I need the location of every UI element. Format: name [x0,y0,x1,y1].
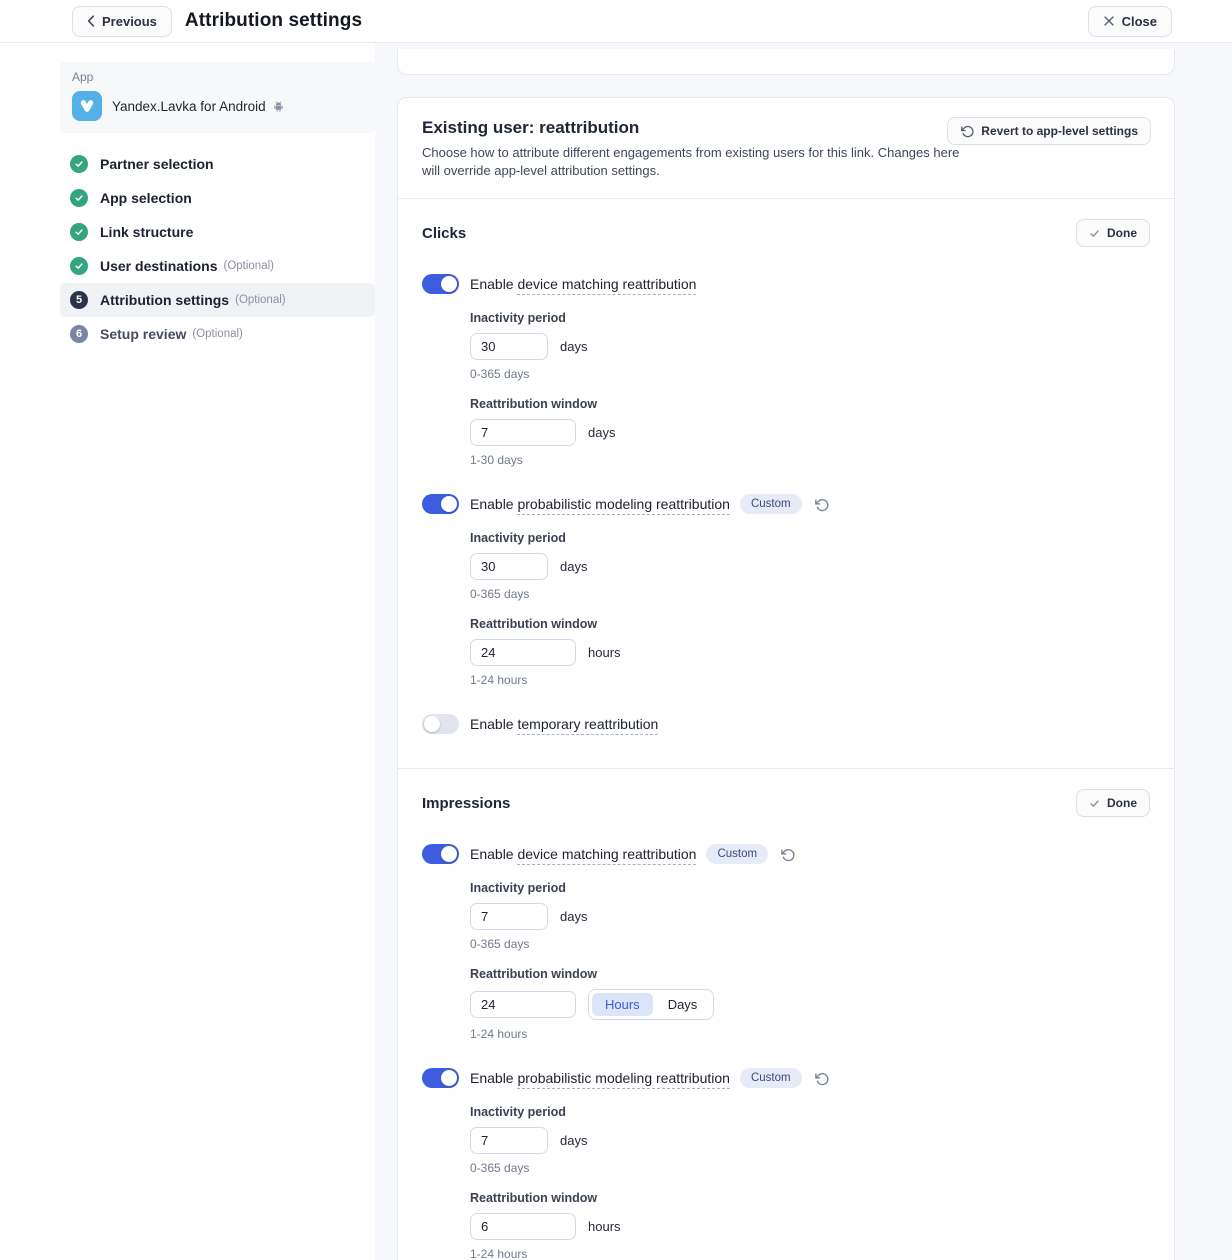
step-number-badge: 6 [70,325,88,343]
reattribution-window-input[interactable] [470,639,576,666]
undo-icon[interactable] [814,497,829,512]
reattribution-window-input[interactable] [470,1213,576,1240]
app-row: Yandex.Lavka for Android [72,91,363,121]
reattribution-window-field: Reattribution window Hours Days 1-24 hou… [470,967,1150,1041]
close-button[interactable]: Close [1088,6,1172,37]
undo-icon[interactable] [780,847,795,862]
field-hint: 0-365 days [470,937,1150,951]
app-label: App [72,70,363,84]
app-box: App Yandex.Lavka for Android [60,62,375,133]
app-name: Yandex.Lavka for Android [112,99,285,114]
field-hint: 0-365 days [470,587,1150,601]
clicks-temporary-toggle[interactable] [422,714,459,734]
page-title: Attribution settings [185,10,362,32]
toggle-label: Enable probabilistic modeling reattribut… [470,1070,730,1086]
sidebar-item-setup-review[interactable]: 6 Setup review (Optional) [60,317,375,351]
tooltip-term[interactable]: device matching reattribution [517,276,696,295]
toggle-label: Enable device matching reattribution [470,276,696,292]
close-icon [1103,15,1115,27]
custom-badge: Custom [706,844,768,864]
reattribution-window-field: Reattribution window days 1-30 days [470,397,1150,467]
previous-section-card [397,49,1175,75]
impressions-device-matching-toggle[interactable] [422,844,459,864]
reattribution-window-input[interactable] [470,419,576,446]
field-hint: 0-365 days [470,367,1150,381]
custom-badge: Custom [740,494,802,514]
field-hint: 1-24 hours [470,1247,1150,1260]
clicks-probabilistic-toggle[interactable] [422,494,459,514]
inactivity-period-field: Inactivity period days 0-365 days [470,311,1150,381]
inactivity-period-field: Inactivity period days 0-365 days [470,881,1150,951]
sidebar-item-attribution-settings[interactable]: 5 Attribution settings (Optional) [60,283,375,317]
step-check-icon [70,257,88,275]
inactivity-period-input[interactable] [470,333,548,360]
main-content: Existing user: reattribution Choose how … [375,43,1232,1260]
check-icon [1089,228,1100,239]
top-bar: Previous Attribution settings Close [0,0,1232,43]
toggle-label: Enable device matching reattribution [470,846,696,862]
reattribution-window-field: Reattribution window hours 1-24 hours [470,617,1150,687]
field-hint: 0-365 days [470,1161,1150,1175]
inactivity-period-input[interactable] [470,1127,548,1154]
check-icon [1089,798,1100,809]
clicks-title: Clicks [422,225,466,242]
undo-icon [960,124,974,138]
impressions-section: Impressions Done Enable device matching … [398,768,1174,1260]
clicks-device-matching-row: Enable device matching reattribution [422,274,1150,294]
impressions-title: Impressions [422,795,510,812]
sidebar-item-app-selection[interactable]: App selection [60,181,375,215]
clicks-temporary-row: Enable temporary reattribution [422,714,1150,734]
chevron-left-icon [87,15,95,27]
custom-badge: Custom [740,1068,802,1088]
inactivity-period-field: Inactivity period days 0-365 days [470,1105,1150,1175]
card-description: Choose how to attribute different engage… [422,144,967,180]
sidebar-item-user-destinations[interactable]: User destinations (Optional) [60,249,375,283]
reattribution-card: Existing user: reattribution Choose how … [397,97,1175,1260]
impressions-probabilistic-toggle[interactable] [422,1068,459,1088]
toggle-label: Enable temporary reattribution [470,716,658,732]
revert-to-app-level-button[interactable]: Revert to app-level settings [947,117,1151,145]
step-number-badge: 5 [70,291,88,309]
sidebar-item-link-structure[interactable]: Link structure [60,215,375,249]
inactivity-period-input[interactable] [470,553,548,580]
tooltip-term[interactable]: probabilistic modeling reattribution [517,496,729,515]
field-hint: 1-24 hours [470,1027,1150,1041]
card-header: Existing user: reattribution Choose how … [398,98,1174,198]
app-logo-icon [72,91,102,121]
clicks-done-button[interactable]: Done [1076,219,1150,247]
inactivity-period-field: Inactivity period days 0-365 days [470,531,1150,601]
reattribution-window-field: Reattribution window hours 1-24 hours [470,1191,1150,1260]
undo-icon[interactable] [814,1071,829,1086]
sidebar-item-partner-selection[interactable]: Partner selection [60,147,375,181]
field-hint: 1-30 days [470,453,1150,467]
wizard-steps: Partner selection App selection Link str… [60,147,375,351]
step-check-icon [70,189,88,207]
clicks-device-matching-toggle[interactable] [422,274,459,294]
step-check-icon [70,155,88,173]
inactivity-period-input[interactable] [470,903,548,930]
clicks-section: Clicks Done Enable device matching reatt… [398,198,1174,768]
impressions-device-matching-row: Enable device matching reattribution Cus… [422,844,1150,864]
step-check-icon [70,223,88,241]
wizard-sidebar: App Yandex.Lavka for Android [60,43,375,1260]
previous-label: Previous [102,14,157,29]
impressions-probabilistic-row: Enable probabilistic modeling reattribut… [422,1068,1150,1088]
segment-hours[interactable]: Hours [592,993,653,1016]
segment-days[interactable]: Days [655,993,711,1016]
tooltip-term[interactable]: temporary reattribution [517,716,658,735]
close-label: Close [1122,14,1157,29]
impressions-done-button[interactable]: Done [1076,789,1150,817]
clicks-probabilistic-row: Enable probabilistic modeling reattribut… [422,494,1150,514]
tooltip-term[interactable]: device matching reattribution [517,846,696,865]
hours-days-segmented-control: Hours Days [588,989,714,1020]
previous-button[interactable]: Previous [72,6,172,37]
field-hint: 1-24 hours [470,673,1150,687]
tooltip-term[interactable]: probabilistic modeling reattribution [517,1070,729,1089]
android-icon [272,100,285,113]
toggle-label: Enable probabilistic modeling reattribut… [470,496,730,512]
reattribution-window-input[interactable] [470,991,576,1018]
